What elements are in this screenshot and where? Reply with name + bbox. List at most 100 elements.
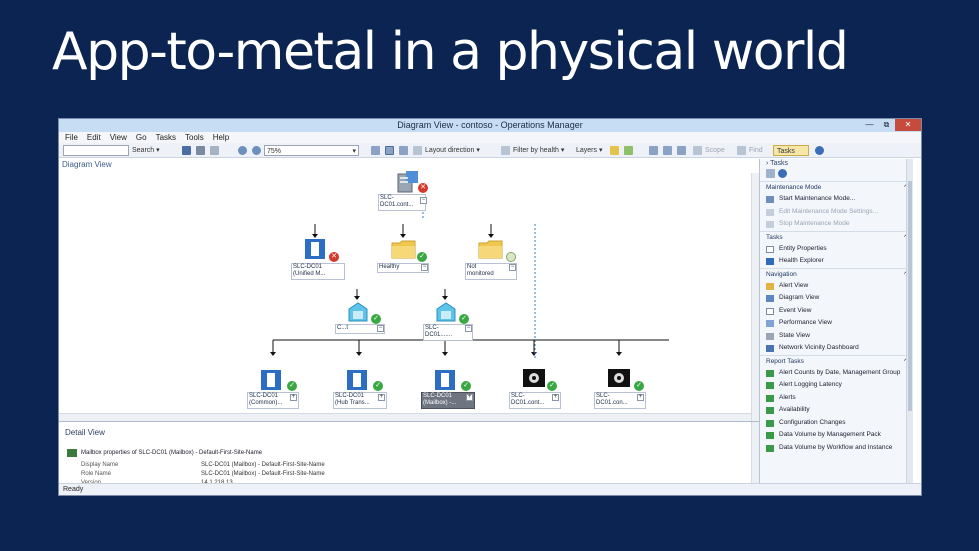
tasks-pane-title[interactable]: › Tasks (760, 159, 913, 169)
find-button[interactable]: Find (749, 145, 763, 156)
detail-scrollbar[interactable] (751, 422, 759, 486)
task-label: Alert Counts by Date, Management Group (779, 368, 901, 376)
tasks-button[interactable]: Tasks (773, 145, 809, 156)
scrollbar-thumb[interactable] (908, 181, 912, 411)
nav-state-view[interactable]: State View (760, 330, 913, 343)
tasks-scrollbar[interactable] (906, 159, 913, 485)
minimize-button[interactable]: — (861, 119, 878, 131)
node-label: Not monitored (467, 264, 494, 277)
find-icon[interactable] (737, 146, 746, 155)
nav-diagram-view[interactable]: Diagram View (760, 292, 913, 305)
highlight-icon[interactable] (610, 146, 619, 155)
report-alert-logging-latency[interactable]: Alert Logging Latency (760, 379, 913, 392)
search-input[interactable] (63, 145, 129, 156)
collapse-toggle[interactable]: − (377, 325, 384, 332)
report-data-volume-mp[interactable]: Data Volume by Management Pack (760, 429, 913, 442)
report-icon (766, 432, 774, 439)
report-configuration-changes[interactable]: Configuration Changes (760, 417, 913, 430)
restore-button[interactable]: ⧉ (878, 119, 895, 131)
menu-go[interactable]: Go (136, 132, 147, 143)
menu-tasks[interactable]: Tasks (156, 132, 176, 143)
computer-gear-icon (608, 369, 630, 387)
section-header[interactable]: Report Tasks (760, 354, 913, 368)
task-stop-maintenance[interactable]: Stop Maintenance Mode (760, 218, 913, 231)
view-options-icon[interactable] (663, 146, 672, 155)
nav-event-view[interactable]: Event View (760, 305, 913, 318)
refresh-icon[interactable] (624, 146, 633, 155)
report-availability[interactable]: Availability (760, 404, 913, 417)
server-icon (397, 171, 418, 193)
help-icon[interactable] (815, 146, 824, 155)
healthy-status-icon: ✓ (417, 252, 427, 262)
window-titlebar[interactable]: Diagram View - contoso - Operations Mana… (59, 119, 921, 132)
collapse-toggle[interactable]: − (465, 325, 472, 332)
save-icon[interactable] (182, 146, 191, 155)
exchange-role-icon (347, 370, 367, 390)
task-start-maintenance[interactable]: Start Maintenance Mode... (760, 193, 913, 206)
layers-button[interactable]: Layers ▾ (576, 145, 602, 156)
report-data-volume-workflow[interactable]: Data Volume by Workflow and Instance (760, 442, 913, 455)
task-edit-maintenance[interactable]: Edit Maintenance Mode Settings... (760, 206, 913, 219)
collapse-toggle[interactable]: + (290, 394, 297, 401)
filter-by-health-button[interactable]: Filter by health ▾ (513, 145, 564, 156)
nav-performance-view[interactable]: Performance View (760, 317, 913, 330)
zoom-out-icon[interactable] (252, 146, 261, 155)
task-section-navigation: Navigation Alert View Diagram View Event… (760, 267, 913, 355)
collapse-toggle[interactable]: − (420, 197, 427, 204)
zoom-value: 75% (267, 148, 282, 155)
healthy-status-icon: ✓ (287, 381, 297, 391)
collapse-toggle[interactable]: − (509, 264, 516, 271)
collapse-toggle[interactable]: − (421, 264, 428, 271)
collapse-toggle[interactable]: + (637, 394, 644, 401)
zoom-select[interactable]: 75% ▾ (264, 145, 359, 156)
not-monitored-status-icon (506, 252, 516, 262)
menu-file[interactable]: File (65, 132, 78, 143)
task-entity-properties[interactable]: Entity Properties (760, 243, 913, 256)
nav-network-vicinity[interactable]: Network Vicinity Dashboard (760, 342, 913, 355)
pan-tool-icon[interactable] (399, 146, 408, 155)
report-alert-counts[interactable]: Alert Counts by Date, Management Group (760, 367, 913, 380)
export-icon[interactable] (677, 146, 686, 155)
collapse-toggle[interactable]: + (378, 394, 385, 401)
task-health-explorer[interactable]: Health Explorer (760, 255, 913, 268)
scope-icon[interactable] (693, 146, 702, 155)
close-button[interactable]: ✕ (895, 119, 921, 131)
layout-icon[interactable] (413, 146, 422, 155)
menu-help[interactable]: Help (213, 132, 229, 143)
diagram-pane: Diagram View ✕ SLC- DC01.cont... − ✕ SLC… (59, 159, 759, 421)
collapse-toggle[interactable]: + (466, 394, 473, 401)
diagram-horizontal-scrollbar[interactable] (59, 413, 751, 421)
operations-manager-window: Diagram View - contoso - Operations Mana… (58, 118, 922, 496)
report-alerts[interactable]: Alerts (760, 392, 913, 405)
menu-edit[interactable]: Edit (87, 132, 101, 143)
report-icon (766, 444, 774, 452)
section-header[interactable]: Maintenance Mode (760, 181, 913, 194)
error-status-icon: ✕ (418, 183, 428, 193)
section-header[interactable]: Navigation (760, 267, 913, 281)
layout-direction-button[interactable]: Layout direction ▾ (425, 145, 480, 156)
server-role-icon (436, 302, 456, 322)
scope-button[interactable]: Scope (705, 145, 725, 156)
status-bar: Ready (59, 483, 921, 495)
print-icon[interactable] (196, 146, 205, 155)
view-icon[interactable] (649, 146, 658, 155)
diagram-vertical-scrollbar[interactable] (751, 173, 759, 421)
nav-alert-view[interactable]: Alert View (760, 280, 913, 293)
back-icon[interactable] (371, 146, 380, 155)
search-button[interactable]: Search ▾ (132, 145, 160, 156)
tasks-help-icon[interactable] (778, 169, 787, 178)
menu-tools[interactable]: Tools (185, 132, 204, 143)
pointer-tool-icon[interactable] (385, 146, 394, 155)
zoom-in-icon[interactable] (238, 146, 247, 155)
section-header[interactable]: Tasks (760, 230, 913, 244)
node-label: Healthy (379, 264, 400, 270)
slide-title: App-to-metal in a physical world (52, 22, 849, 82)
event-view-icon (766, 307, 774, 315)
task-section-maintenance: Maintenance Mode Start Maintenance Mode.… (760, 181, 913, 231)
tasks-pin-icon[interactable] (766, 169, 775, 178)
print-preview-icon[interactable] (210, 146, 219, 155)
node-label: SLC- DC01.cont... (380, 195, 414, 208)
filter-icon[interactable] (501, 146, 510, 155)
menu-view[interactable]: View (110, 132, 127, 143)
collapse-toggle[interactable]: + (552, 394, 559, 401)
